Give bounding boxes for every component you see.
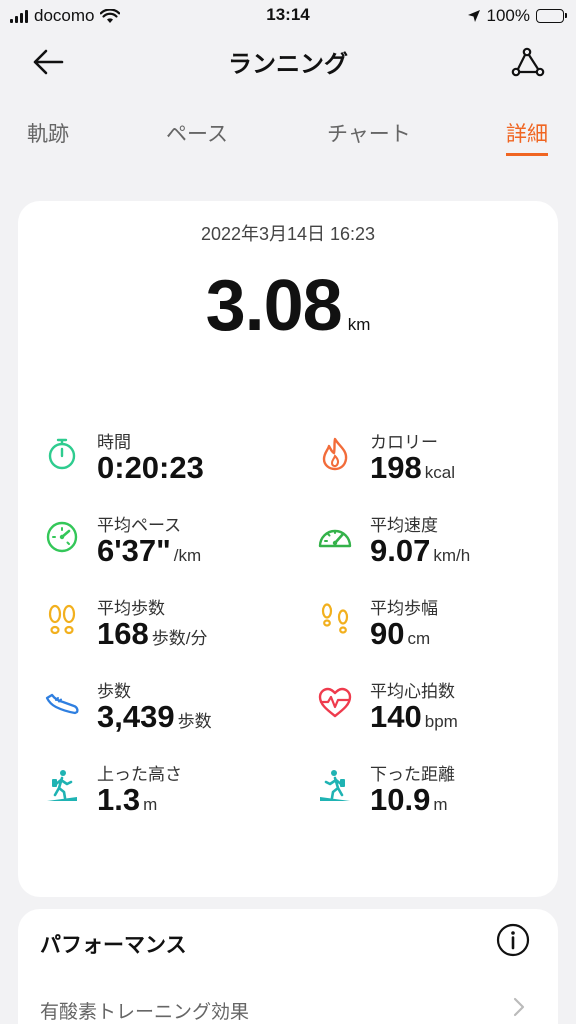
metric-avg-stride: 平均歩幅 90 cm — [317, 594, 567, 666]
nav-bar: ランニング — [0, 32, 576, 88]
hiker-up-icon — [47, 770, 77, 801]
metric-unit: bpm — [424, 712, 458, 731]
tab-track[interactable]: 軌跡 — [27, 118, 69, 156]
metric-unit: cm — [407, 629, 431, 648]
aerobic-training-effect-row[interactable]: 有酸素トレーニング効果 — [40, 997, 249, 1024]
tab-details[interactable]: 詳細 — [506, 118, 548, 156]
metric-value: 10.9 — [370, 782, 431, 817]
speedometer-icon — [318, 529, 352, 548]
metric-unit: m — [433, 795, 448, 814]
battery-icon — [536, 9, 567, 23]
status-right: 100% — [467, 6, 567, 26]
distance-display: 3.08 km — [18, 265, 558, 347]
metric-avg-heart-rate: 平均心拍数 140 bpm — [317, 677, 567, 749]
distance-value: 3.08 — [205, 266, 343, 346]
activity-datetime: 2022年3月14日 16:23 — [200, 224, 376, 244]
route-share-button[interactable] — [506, 40, 550, 84]
metric-value: 140 — [370, 699, 422, 734]
metric-unit: /km — [173, 546, 202, 565]
performance-title: パフォーマンス — [40, 934, 187, 957]
metric-unit: m — [143, 795, 158, 814]
metric-value: 168 — [97, 616, 149, 651]
distance-unit: km — [347, 315, 371, 334]
heart-rate-icon — [318, 687, 352, 718]
metric-value: 0:20:23 — [97, 450, 204, 485]
metric-value: 6'37" — [97, 533, 171, 568]
location-arrow-icon — [467, 10, 480, 22]
tab-chart[interactable]: チャート — [327, 118, 411, 156]
metric-calories: カロリー 198 kcal — [317, 428, 567, 500]
stride-footprints-icon — [321, 603, 349, 634]
tab-pace[interactable]: ペース — [166, 118, 228, 156]
metric-value: 1.3 — [97, 782, 141, 817]
page-title: ランニング — [228, 51, 348, 78]
metric-avg-cadence: 平均歩数 168 歩数/分 — [44, 594, 294, 666]
metric-value: 90 — [370, 616, 405, 651]
performance-card: パフォーマンス 有酸素トレーニング効果 — [18, 909, 558, 1024]
footprints-icon — [48, 604, 76, 635]
tab-bar: 軌跡 ペース チャート 詳細 — [0, 118, 576, 158]
hiker-down-icon — [320, 770, 350, 801]
status-bar: docomo 13:14 100% — [0, 0, 576, 32]
battery-percent: 100% — [486, 6, 530, 25]
route-icon — [511, 47, 545, 77]
stopwatch-icon — [48, 438, 76, 470]
detail-card: 2022年3月14日 16:23 3.08 km 時間 0:20:23 カロリー … — [18, 201, 558, 897]
metric-avg-pace: 平均ペース 6'37"/km — [44, 511, 294, 583]
pace-gauge-icon — [46, 521, 78, 553]
metric-unit: kcal — [424, 463, 455, 482]
metric-time: 時間 0:20:23 — [44, 428, 294, 500]
flame-icon — [322, 437, 348, 471]
metric-value: 3,439 — [97, 699, 175, 734]
metric-unit: 歩数 — [177, 712, 212, 731]
shoe-icon — [45, 693, 79, 715]
metric-unit: 歩数/分 — [151, 629, 208, 648]
metric-steps: 歩数 3,439 歩数 — [44, 677, 294, 749]
metric-elevation-gain: 上った高さ 1.3 m — [44, 760, 294, 832]
metric-elevation-loss: 下った距離 10.9 m — [317, 760, 567, 832]
metric-avg-speed: 平均速度 9.07 km/h — [317, 511, 567, 583]
metric-value: 198 — [370, 450, 422, 485]
chevron-right-icon[interactable] — [512, 997, 526, 1017]
metric-unit: km/h — [433, 546, 471, 565]
metric-value: 9.07 — [370, 533, 431, 568]
info-icon[interactable] — [496, 923, 530, 957]
